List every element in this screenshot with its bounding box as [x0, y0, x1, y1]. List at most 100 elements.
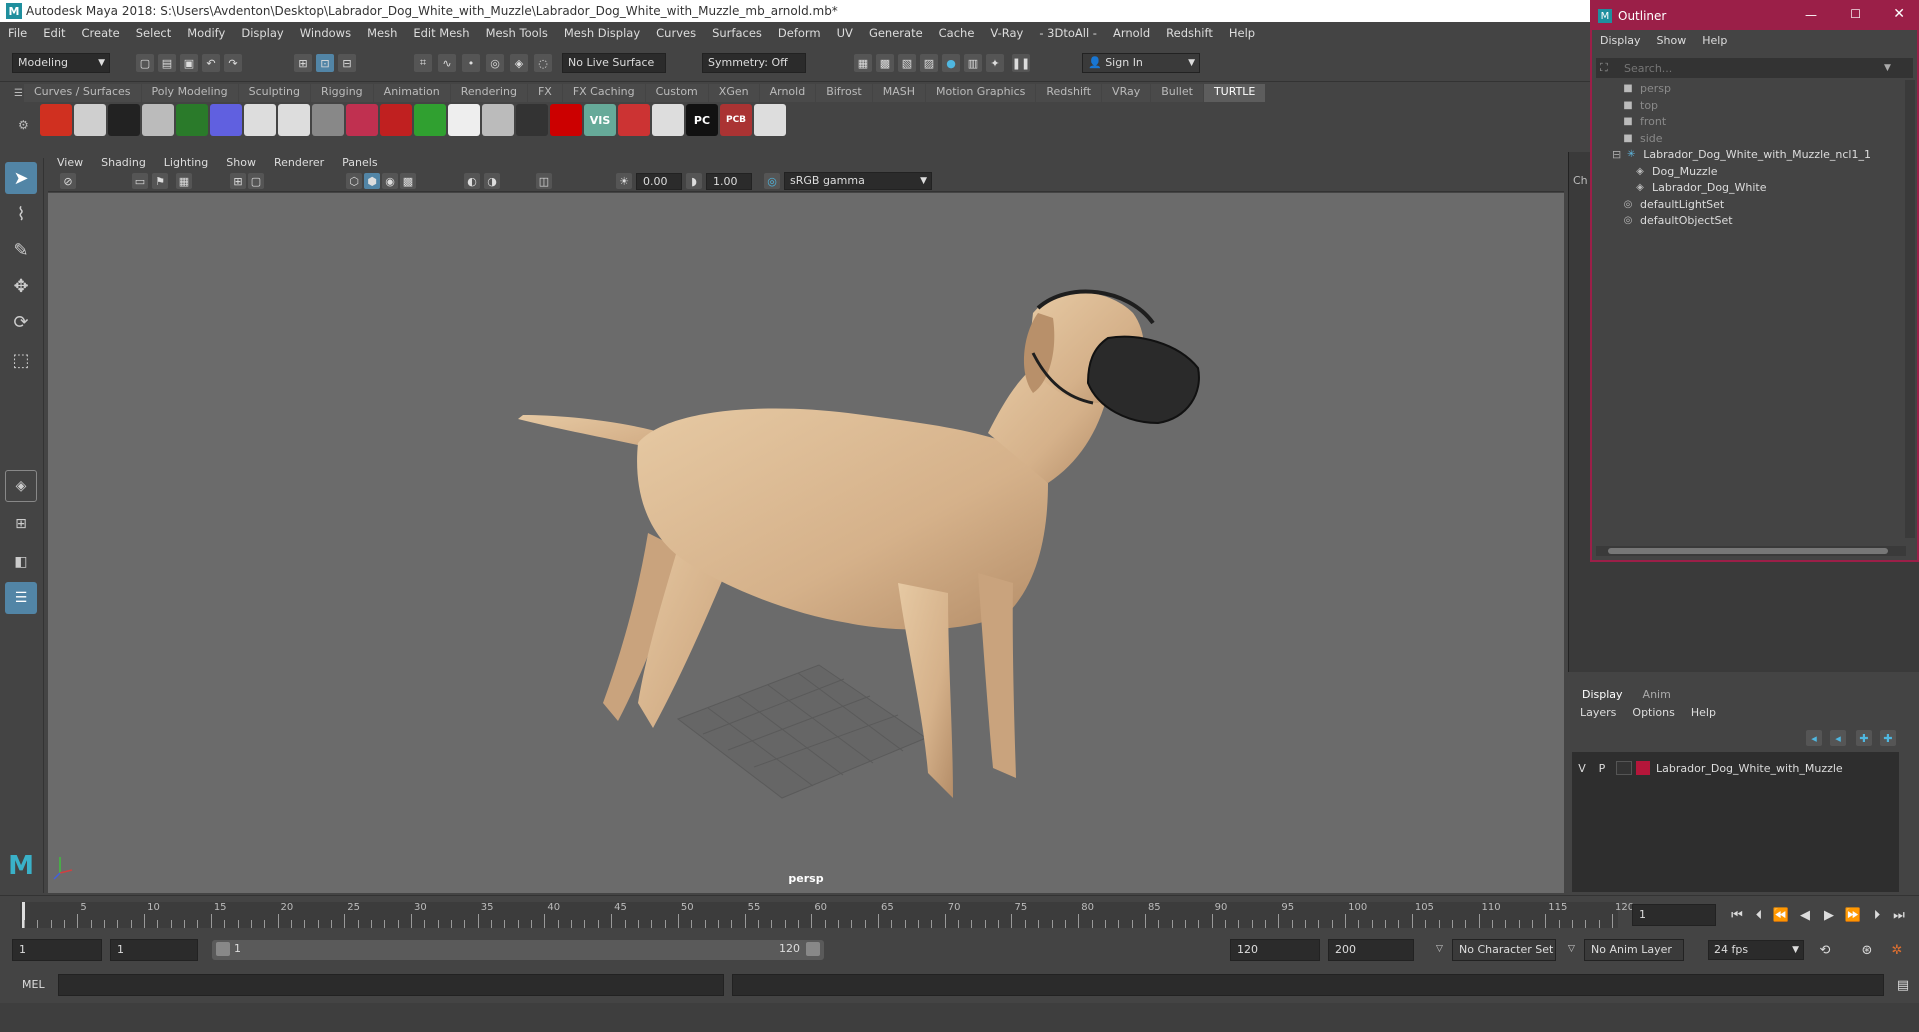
new-scene-icon[interactable]: ▢	[136, 54, 154, 72]
film-gate-icon[interactable]: ▢	[248, 173, 264, 189]
shelf-tab-sculpting[interactable]: Sculpting	[238, 84, 310, 102]
select-component-icon[interactable]: ⊟	[338, 54, 356, 72]
outliner-menu-help[interactable]: Help	[1694, 34, 1735, 47]
menu-file[interactable]: File	[0, 26, 35, 40]
symmetry-dropdown[interactable]: Symmetry: Off	[702, 53, 806, 73]
menu-uv[interactable]: UV	[829, 26, 861, 40]
bookmark-icon[interactable]: ⚑	[152, 173, 168, 189]
move-layer-up-icon[interactable]: ◂	[1806, 730, 1822, 746]
live-surface-field[interactable]: No Live Surface	[562, 53, 666, 73]
image-plane-icon[interactable]: ▦	[176, 173, 192, 189]
menu-select[interactable]: Select	[128, 26, 179, 40]
shelf-tab-bifrost[interactable]: Bifrost	[816, 84, 872, 102]
shelf-tab-arnold[interactable]: Arnold	[759, 84, 816, 102]
turtle-pcb-icon[interactable]: PCB	[720, 104, 752, 136]
snap-grid-icon[interactable]: ⌗	[414, 54, 432, 72]
outliner-menu-show[interactable]: Show	[1649, 34, 1695, 47]
colorspace-dropdown[interactable]: sRGB gamma ▼	[784, 172, 932, 190]
shadows-icon[interactable]: ◐	[464, 173, 480, 189]
render-setup-icon[interactable]: ▥	[964, 54, 982, 72]
shelf-tab-turtle[interactable]: TURTLE	[1203, 84, 1266, 102]
menu-curves[interactable]: Curves	[648, 26, 704, 40]
layer-row[interactable]: V P Labrador_Dog_White_with_Muzzle	[1572, 758, 1899, 778]
outliner-layout-icon[interactable]: ☰	[5, 582, 37, 614]
fps-dropdown[interactable]: 24 fps ▼	[1708, 940, 1804, 960]
outliner-item[interactable]: ◈ Dog_Muzzle	[1634, 163, 1717, 181]
outliner-item[interactable]: ⊟ ✳ Labrador_Dog_White_with_Muzzle_ncl1_1	[1612, 146, 1871, 164]
outliner-item[interactable]: ■ persp	[1622, 80, 1671, 98]
turtle-gi-icon[interactable]	[414, 104, 446, 136]
viewport-menu-panels[interactable]: Panels	[333, 156, 386, 169]
shelf-tab-animation[interactable]: Animation	[373, 84, 450, 102]
range-start-handle[interactable]	[216, 942, 230, 956]
outliner-vscrollbar[interactable]	[1905, 80, 1915, 538]
select-camera-icon[interactable]: ⊘	[60, 173, 76, 189]
menu-display[interactable]: Display	[233, 26, 291, 40]
shelf-tab-xgen[interactable]: XGen	[708, 84, 759, 102]
shelf-tab-bullet[interactable]: Bullet	[1151, 84, 1203, 102]
turtle-eye-icon[interactable]	[516, 104, 548, 136]
paint-select-tool-icon[interactable]: ✎	[5, 234, 37, 266]
pause-viewport-icon[interactable]: ❚❚	[1012, 54, 1030, 72]
anim-layer-dropdown[interactable]: No Anim Layer	[1584, 939, 1684, 961]
snap-curve-icon[interactable]: ∿	[438, 54, 456, 72]
auto-key-icon[interactable]: ⊛	[1858, 941, 1876, 959]
step-back-key-icon[interactable]: ⏪	[1772, 906, 1790, 924]
single-pane-layout-icon[interactable]: ◈	[5, 470, 37, 502]
shelf-tab-custom[interactable]: Custom	[645, 84, 708, 102]
anim-prefs-icon[interactable]: ✲	[1888, 941, 1906, 959]
sign-in-button[interactable]: 👤 Sign In ▼	[1082, 53, 1200, 73]
turtle-mat-icon[interactable]	[380, 104, 412, 136]
outliner-item[interactable]: ■ top	[1622, 97, 1658, 115]
turtle-gradient-icon[interactable]	[652, 104, 684, 136]
outliner-menu-display[interactable]: Display	[1592, 34, 1649, 47]
exposure-icon[interactable]: ☀	[616, 173, 632, 189]
shelf-settings-icon[interactable]: ⚙	[18, 118, 29, 132]
turtle-ao-icon[interactable]	[244, 104, 276, 136]
outliner-item[interactable]: ■ side	[1622, 130, 1662, 148]
outliner-hscrollbar[interactable]	[1596, 546, 1906, 556]
render-frame-icon[interactable]: ▩	[876, 54, 894, 72]
turtle-splat-icon[interactable]	[278, 104, 310, 136]
shelf-tab-fx-caching[interactable]: FX Caching	[562, 84, 645, 102]
viewport-persp[interactable]: persp	[48, 193, 1564, 893]
move-tool-icon[interactable]: ✥	[5, 270, 37, 302]
mode-dropdown[interactable]: Modeling ▼	[12, 53, 110, 73]
script-editor-icon[interactable]: ▤	[1894, 976, 1912, 994]
turtle-disc-icon[interactable]	[312, 104, 344, 136]
layer-tab-anim[interactable]: Anim	[1633, 688, 1681, 701]
layer-playback-toggle[interactable]: P	[1592, 762, 1612, 775]
menu-deform[interactable]: Deform	[770, 26, 829, 40]
menu-cache[interactable]: Cache	[931, 26, 983, 40]
turtle-sphere-red-icon[interactable]	[550, 104, 582, 136]
wireframe-on-shaded-icon[interactable]: ◉	[382, 173, 398, 189]
menu-mesh-tools[interactable]: Mesh Tools	[478, 26, 556, 40]
step-forward-frame-icon[interactable]: ⏵	[1868, 906, 1886, 924]
turtle-shade-icon[interactable]	[482, 104, 514, 136]
layer-menu-help[interactable]: Help	[1683, 706, 1724, 719]
go-to-start-icon[interactable]: ⏮	[1728, 906, 1746, 924]
turtle-pc-icon[interactable]: PC	[686, 104, 718, 136]
snap-pivot-icon[interactable]: ◌	[534, 54, 552, 72]
shelf-tab-curves-surfaces[interactable]: Curves / Surfaces	[24, 84, 141, 102]
turtle-light-icon[interactable]	[176, 104, 208, 136]
layer-type-toggle[interactable]	[1616, 761, 1632, 775]
outliner-item[interactable]: ◎ defaultLightSet	[1622, 196, 1725, 214]
ambient-occlusion-icon[interactable]: ◑	[484, 173, 500, 189]
select-tool-icon[interactable]: ➤	[5, 162, 37, 194]
four-pane-layout-icon[interactable]: ⊞	[5, 508, 37, 540]
menu-edit-mesh[interactable]: Edit Mesh	[405, 26, 477, 40]
save-scene-icon[interactable]: ▣	[180, 54, 198, 72]
textured-icon[interactable]: ▩	[400, 173, 416, 189]
scale-tool-icon[interactable]: ⬚	[5, 344, 37, 376]
range-end-handle[interactable]	[806, 942, 820, 956]
render-view-icon[interactable]: ▦	[854, 54, 872, 72]
menu-surfaces[interactable]: Surfaces	[704, 26, 770, 40]
menu-mesh-display[interactable]: Mesh Display	[556, 26, 648, 40]
step-back-frame-icon[interactable]: ⏴	[1750, 906, 1768, 924]
new-layer-icon[interactable]: ✚	[1880, 730, 1896, 746]
light-editor-icon[interactable]: ✦	[986, 54, 1004, 72]
animation-start-field[interactable]: 1	[12, 939, 102, 961]
script-language-toggle[interactable]: MEL	[22, 978, 45, 991]
outliner-item[interactable]: ◈ Labrador_Dog_White	[1634, 179, 1766, 197]
